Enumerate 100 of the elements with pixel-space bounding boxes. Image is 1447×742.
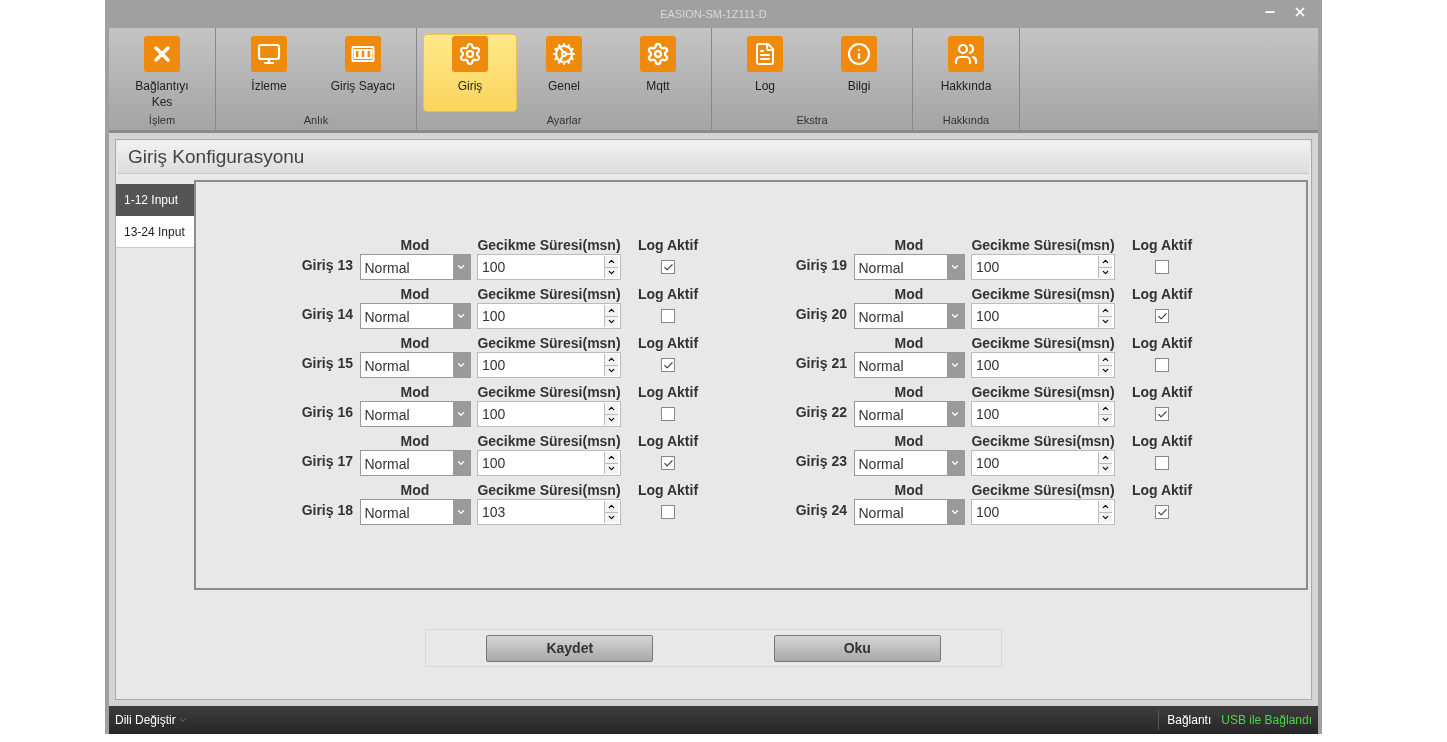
spinner-buttons[interactable] (604, 501, 618, 523)
column-header: Log Aktif (637, 334, 699, 352)
column-header: Gecikme Süresi(msn) (971, 285, 1115, 303)
column-header: Mod (894, 285, 924, 303)
ribbon-group-label: Anlık (303, 113, 329, 128)
column-header: Log Aktif (1131, 334, 1193, 352)
monitor-icon (251, 36, 287, 72)
ribbon-button[interactable]: Log (718, 34, 812, 112)
spinner-buttons[interactable] (1098, 305, 1112, 327)
column-header: Gecikme Süresi(msn) (477, 481, 621, 499)
log-checkbox[interactable] (661, 505, 675, 519)
mode-dropdown[interactable]: Normal (359, 254, 471, 280)
column-header: Gecikme Süresi(msn) (477, 236, 621, 254)
mode-dropdown[interactable]: Normal (359, 499, 471, 525)
spinner-buttons[interactable] (604, 403, 618, 425)
delay-field[interactable]: 103 (477, 499, 621, 525)
language-menu[interactable]: Dili Değiştir (115, 711, 188, 729)
mode-dropdown[interactable]: Normal (359, 450, 471, 476)
ribbon-group-label: Ekstra (796, 113, 828, 128)
column-header: Log Aktif (637, 285, 699, 303)
mode-dropdown[interactable]: Normal (359, 303, 471, 329)
ribbon-button[interactable]: Bilgi (812, 34, 906, 112)
mode-dropdown[interactable]: Normal (853, 352, 965, 378)
gear-icon (452, 36, 488, 72)
ribbon-button[interactable]: Hakkında (919, 34, 1013, 112)
action-button[interactable]: Oku (773, 634, 941, 662)
log-checkbox[interactable] (661, 358, 675, 372)
column-header: Log Aktif (1131, 481, 1193, 499)
users-icon (948, 36, 984, 72)
tab[interactable]: 13-24 Input (116, 216, 194, 248)
input-label: Giriş 16 (300, 403, 354, 422)
spinner-buttons[interactable] (604, 452, 618, 474)
column-header: Mod (400, 481, 430, 499)
delay-field[interactable]: 100 (477, 254, 621, 280)
delay-field[interactable]: 100 (477, 401, 621, 427)
column-header: Gecikme Süresi(msn) (971, 236, 1115, 254)
column-header: Log Aktif (637, 432, 699, 450)
delay-field[interactable]: 100 (971, 254, 1115, 280)
ribbon-button[interactable]: Giriş (423, 34, 517, 112)
x-icon (144, 36, 180, 72)
column-header: Mod (400, 383, 430, 401)
log-checkbox[interactable] (1155, 505, 1169, 519)
delay-field[interactable]: 100 (971, 303, 1115, 329)
column-header: Gecikme Süresi(msn) (477, 285, 621, 303)
log-checkbox[interactable] (661, 260, 675, 274)
mode-dropdown[interactable]: Normal (359, 401, 471, 427)
delay-field[interactable]: 100 (971, 499, 1115, 525)
close-icon (1293, 5, 1307, 19)
delay-field[interactable]: 100 (971, 450, 1115, 476)
column-header: Mod (400, 236, 430, 254)
mode-dropdown[interactable]: Normal (853, 254, 965, 280)
info-icon (841, 36, 877, 72)
log-checkbox[interactable] (661, 407, 675, 421)
delay-field[interactable]: 100 (971, 401, 1115, 427)
column-header: Log Aktif (1131, 383, 1193, 401)
connection-status: USB ile Bağlandı (1221, 712, 1312, 729)
connection-label: Bağlantı (1167, 712, 1212, 729)
tab[interactable]: 1-12 Input (116, 184, 194, 216)
spinner-buttons[interactable] (1098, 256, 1112, 278)
spinner-buttons[interactable] (1098, 354, 1112, 376)
spinner-buttons[interactable] (604, 305, 618, 327)
spinner-buttons[interactable] (604, 256, 618, 278)
mode-dropdown[interactable]: Normal (853, 401, 965, 427)
ribbon-button[interactable]: Giriş Sayacı (316, 34, 410, 112)
delay-field[interactable]: 100 (477, 352, 621, 378)
spinner-buttons[interactable] (1098, 501, 1112, 523)
spinner-buttons[interactable] (1098, 452, 1112, 474)
log-checkbox[interactable] (661, 456, 675, 470)
column-header: Log Aktif (1131, 285, 1193, 303)
mode-dropdown[interactable]: Normal (853, 303, 965, 329)
delay-field[interactable]: 100 (971, 352, 1115, 378)
log-checkbox[interactable] (1155, 456, 1169, 470)
log-checkbox[interactable] (1155, 309, 1169, 323)
column-header: Mod (400, 432, 430, 450)
ribbon-button[interactable]: Mqtt (611, 34, 705, 112)
ribbon-button[interactable]: İzleme (222, 34, 316, 112)
log-checkbox[interactable] (661, 309, 675, 323)
ribbon-button[interactable]: Bağlantıyı Kes (115, 34, 209, 112)
mode-dropdown[interactable]: Normal (853, 499, 965, 525)
window-title: EASION-SM-1Z111-D (660, 6, 767, 22)
spinner-buttons[interactable] (604, 354, 618, 376)
delay-field[interactable]: 100 (477, 303, 621, 329)
log-checkbox[interactable] (1155, 358, 1169, 372)
column-header: Gecikme Süresi(msn) (477, 432, 621, 450)
ribbon-button[interactable]: Genel (517, 34, 611, 112)
delay-field[interactable]: 100 (477, 450, 621, 476)
log-checkbox[interactable] (1155, 260, 1169, 274)
log-checkbox[interactable] (1155, 407, 1169, 421)
column-header: Gecikme Süresi(msn) (971, 481, 1115, 499)
action-button[interactable]: Kaydet (486, 634, 654, 662)
ribbon-group-label: İşlem (148, 113, 176, 128)
column-header: Gecikme Süresi(msn) (971, 383, 1115, 401)
column-header: Mod (894, 432, 924, 450)
mode-dropdown[interactable]: Normal (853, 450, 965, 476)
mode-dropdown[interactable]: Normal (359, 352, 471, 378)
column-header: Log Aktif (637, 481, 699, 499)
input-label: Giriş 21 (794, 354, 848, 373)
column-header: Mod (894, 383, 924, 401)
spinner-buttons[interactable] (1098, 403, 1112, 425)
input-label: Giriş 14 (300, 305, 354, 324)
